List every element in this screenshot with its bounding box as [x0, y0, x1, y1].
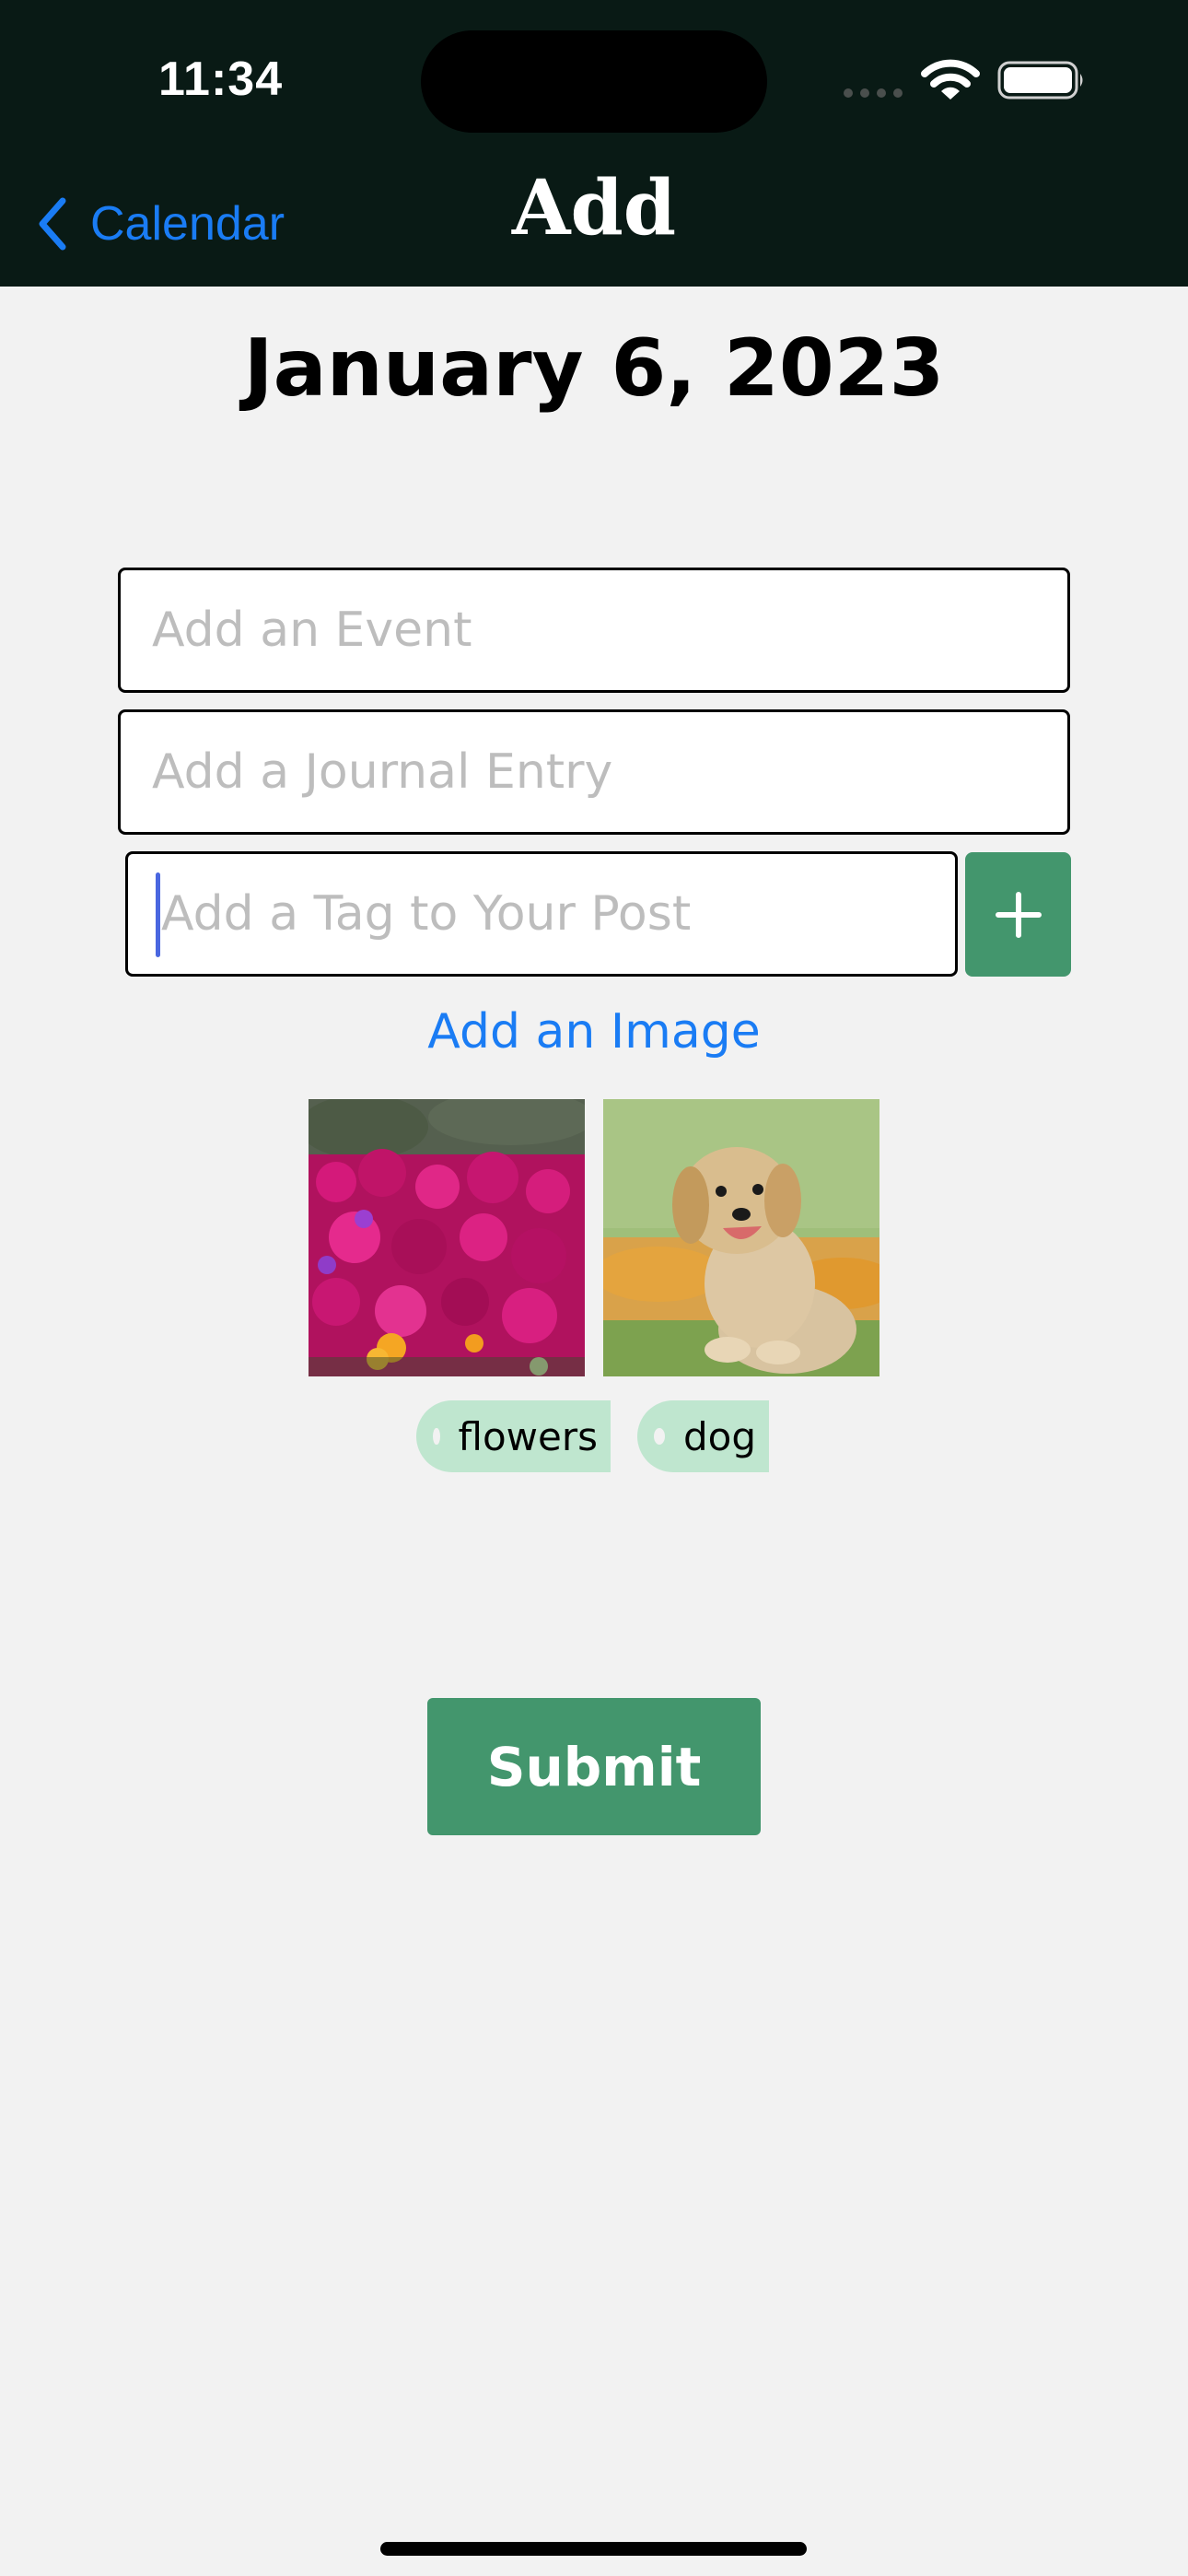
- tag-dot-icon: [654, 1428, 665, 1445]
- tag-chip[interactable]: flowers: [416, 1400, 611, 1472]
- battery-icon: [997, 61, 1083, 100]
- dog-photo[interactable]: [603, 1099, 879, 1376]
- submit-button[interactable]: Submit: [427, 1698, 761, 1835]
- date-heading: January 6, 2023: [243, 322, 945, 415]
- flowers-photo[interactable]: [309, 1099, 585, 1376]
- journal-field[interactable]: [118, 709, 1070, 835]
- flowers-photo-graphic: [309, 1099, 585, 1376]
- dynamic-island: [421, 30, 767, 133]
- tag-field[interactable]: [125, 851, 958, 977]
- tag-dot-icon: [433, 1428, 440, 1445]
- journal-input[interactable]: [150, 744, 1067, 801]
- text-cursor: [156, 872, 160, 957]
- cellular-signal-icon: [844, 88, 903, 98]
- home-indicator[interactable]: [380, 2542, 807, 2556]
- tag-label: dog: [682, 1413, 756, 1459]
- add-tag-button[interactable]: [965, 852, 1071, 977]
- event-field[interactable]: [118, 568, 1070, 693]
- event-input[interactable]: [150, 602, 1067, 659]
- wifi-icon: [921, 59, 980, 100]
- status-time: 11:34: [158, 53, 284, 106]
- tag-chip[interactable]: dog: [637, 1400, 769, 1472]
- plus-icon: [995, 891, 1042, 938]
- tag-label: flowers: [458, 1413, 599, 1459]
- page-title: Add: [511, 164, 677, 252]
- dog-photo-graphic: [603, 1099, 879, 1376]
- add-image-link[interactable]: Add an Image: [0, 1004, 1188, 1060]
- header: 11:34 Calendar Add: [0, 0, 1188, 287]
- tag-input[interactable]: [154, 885, 955, 943]
